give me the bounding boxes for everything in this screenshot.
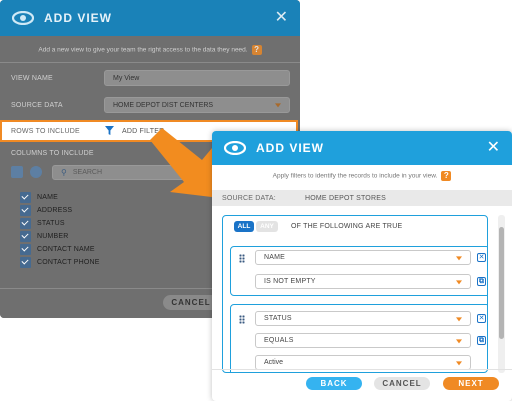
chevron-down-icon — [275, 103, 281, 108]
clear-columns-icon[interactable] — [30, 166, 42, 178]
source-row: SOURCE DATA: HOME DEPOT STORES — [212, 190, 512, 206]
list-item[interactable]: CONTACT NAME — [20, 243, 220, 256]
columns-label: COLUMNS TO INCLUDE — [11, 150, 94, 157]
front-dialog-header: ADD VIEW ✕ — [212, 131, 512, 165]
list-item[interactable]: STATUS — [20, 217, 220, 230]
copy-columns-icon[interactable] — [11, 166, 23, 178]
filter-2-value-select[interactable]: Active — [255, 355, 471, 370]
back-dialog-header: ADD VIEW ✕ — [0, 0, 300, 36]
filter-funnel-icon — [105, 126, 114, 135]
search-icon: ⚲ — [61, 168, 67, 177]
copy-icon[interactable]: ⧉ — [477, 277, 486, 286]
source-data-select[interactable]: HOME DEPOT DIST CENTERS — [104, 97, 290, 113]
logo-swirl-icon — [12, 11, 34, 25]
view-name-input[interactable]: My View — [104, 70, 290, 86]
logo-swirl-icon — [224, 141, 246, 155]
checkbox-checked-icon[interactable] — [20, 205, 31, 216]
front-dialog: ADD VIEW ✕ Apply filters to identify the… — [212, 131, 512, 401]
list-item[interactable]: CONTACT PHONE — [20, 256, 220, 269]
filter-card-2: STATUS ✕ EQUALS ⧉ Active — [230, 304, 487, 372]
list-item[interactable]: NUMBER — [20, 230, 220, 243]
scrollbar-track[interactable] — [498, 215, 505, 373]
match-toggle-row: ALL ANY OF THE FOLLOWING ARE TRUE — [223, 216, 487, 236]
checkbox-checked-icon[interactable] — [20, 231, 31, 242]
front-help-icon[interactable]: ? — [441, 171, 452, 181]
divider — [0, 62, 300, 63]
rows-to-include-label: ROWS TO INCLUDE — [11, 128, 80, 135]
back-close-icon[interactable]: ✕ — [275, 10, 288, 26]
copy-icon[interactable]: ⧉ — [477, 336, 486, 345]
filter-2-operator-select[interactable]: EQUALS — [255, 333, 471, 348]
divider — [212, 369, 512, 370]
back-button[interactable]: BACK — [306, 377, 362, 390]
back-cancel-button[interactable]: CANCEL — [163, 295, 219, 310]
remove-icon[interactable]: ✕ — [477, 314, 486, 323]
chevron-down-icon — [456, 279, 462, 284]
chevron-down-icon — [456, 316, 462, 321]
source-data-label: SOURCE DATA — [11, 102, 63, 109]
filter-card-1: NAME ✕ IS NOT EMPTY ⧉ — [230, 246, 487, 296]
chevron-down-icon — [456, 255, 462, 260]
remove-icon[interactable]: ✕ — [477, 253, 486, 262]
checkbox-checked-icon[interactable] — [20, 257, 31, 268]
checkbox-checked-icon[interactable] — [20, 218, 31, 229]
next-button[interactable]: NEXT — [443, 377, 499, 390]
checkbox-checked-icon[interactable] — [20, 244, 31, 255]
all-toggle-button[interactable]: ALL — [234, 221, 254, 232]
front-dialog-title: ADD VIEW — [256, 141, 324, 155]
filter-2-field-select[interactable]: STATUS — [255, 311, 471, 326]
checkbox-checked-icon[interactable] — [20, 192, 31, 203]
front-subtitle: Apply filters to identify the records to… — [212, 171, 512, 181]
drag-grip-icon[interactable] — [239, 315, 245, 324]
cancel-button[interactable]: CANCEL — [374, 377, 430, 390]
back-dialog-title: ADD VIEW — [44, 11, 112, 25]
filter-1-field-select[interactable]: NAME — [255, 250, 471, 265]
source-data-label: SOURCE DATA: — [222, 195, 276, 202]
filter-group: ALL ANY OF THE FOLLOWING ARE TRUE NAME ✕… — [222, 215, 488, 373]
filter-1-operator-select[interactable]: IS NOT EMPTY — [255, 274, 471, 289]
chevron-down-icon — [456, 338, 462, 343]
drag-grip-icon[interactable] — [239, 254, 245, 263]
front-close-icon[interactable]: ✕ — [487, 140, 500, 156]
view-name-label: VIEW NAME — [11, 75, 53, 82]
scrollbar-thumb[interactable] — [499, 227, 504, 339]
chevron-down-icon — [456, 360, 462, 365]
back-subtitle: Add a new view to give your team the rig… — [0, 45, 300, 55]
back-help-icon[interactable]: ? — [251, 45, 262, 55]
any-toggle-button[interactable]: ANY — [256, 221, 278, 232]
source-data-value: HOME DEPOT STORES — [305, 195, 386, 202]
condition-text: OF THE FOLLOWING ARE TRUE — [291, 223, 403, 230]
